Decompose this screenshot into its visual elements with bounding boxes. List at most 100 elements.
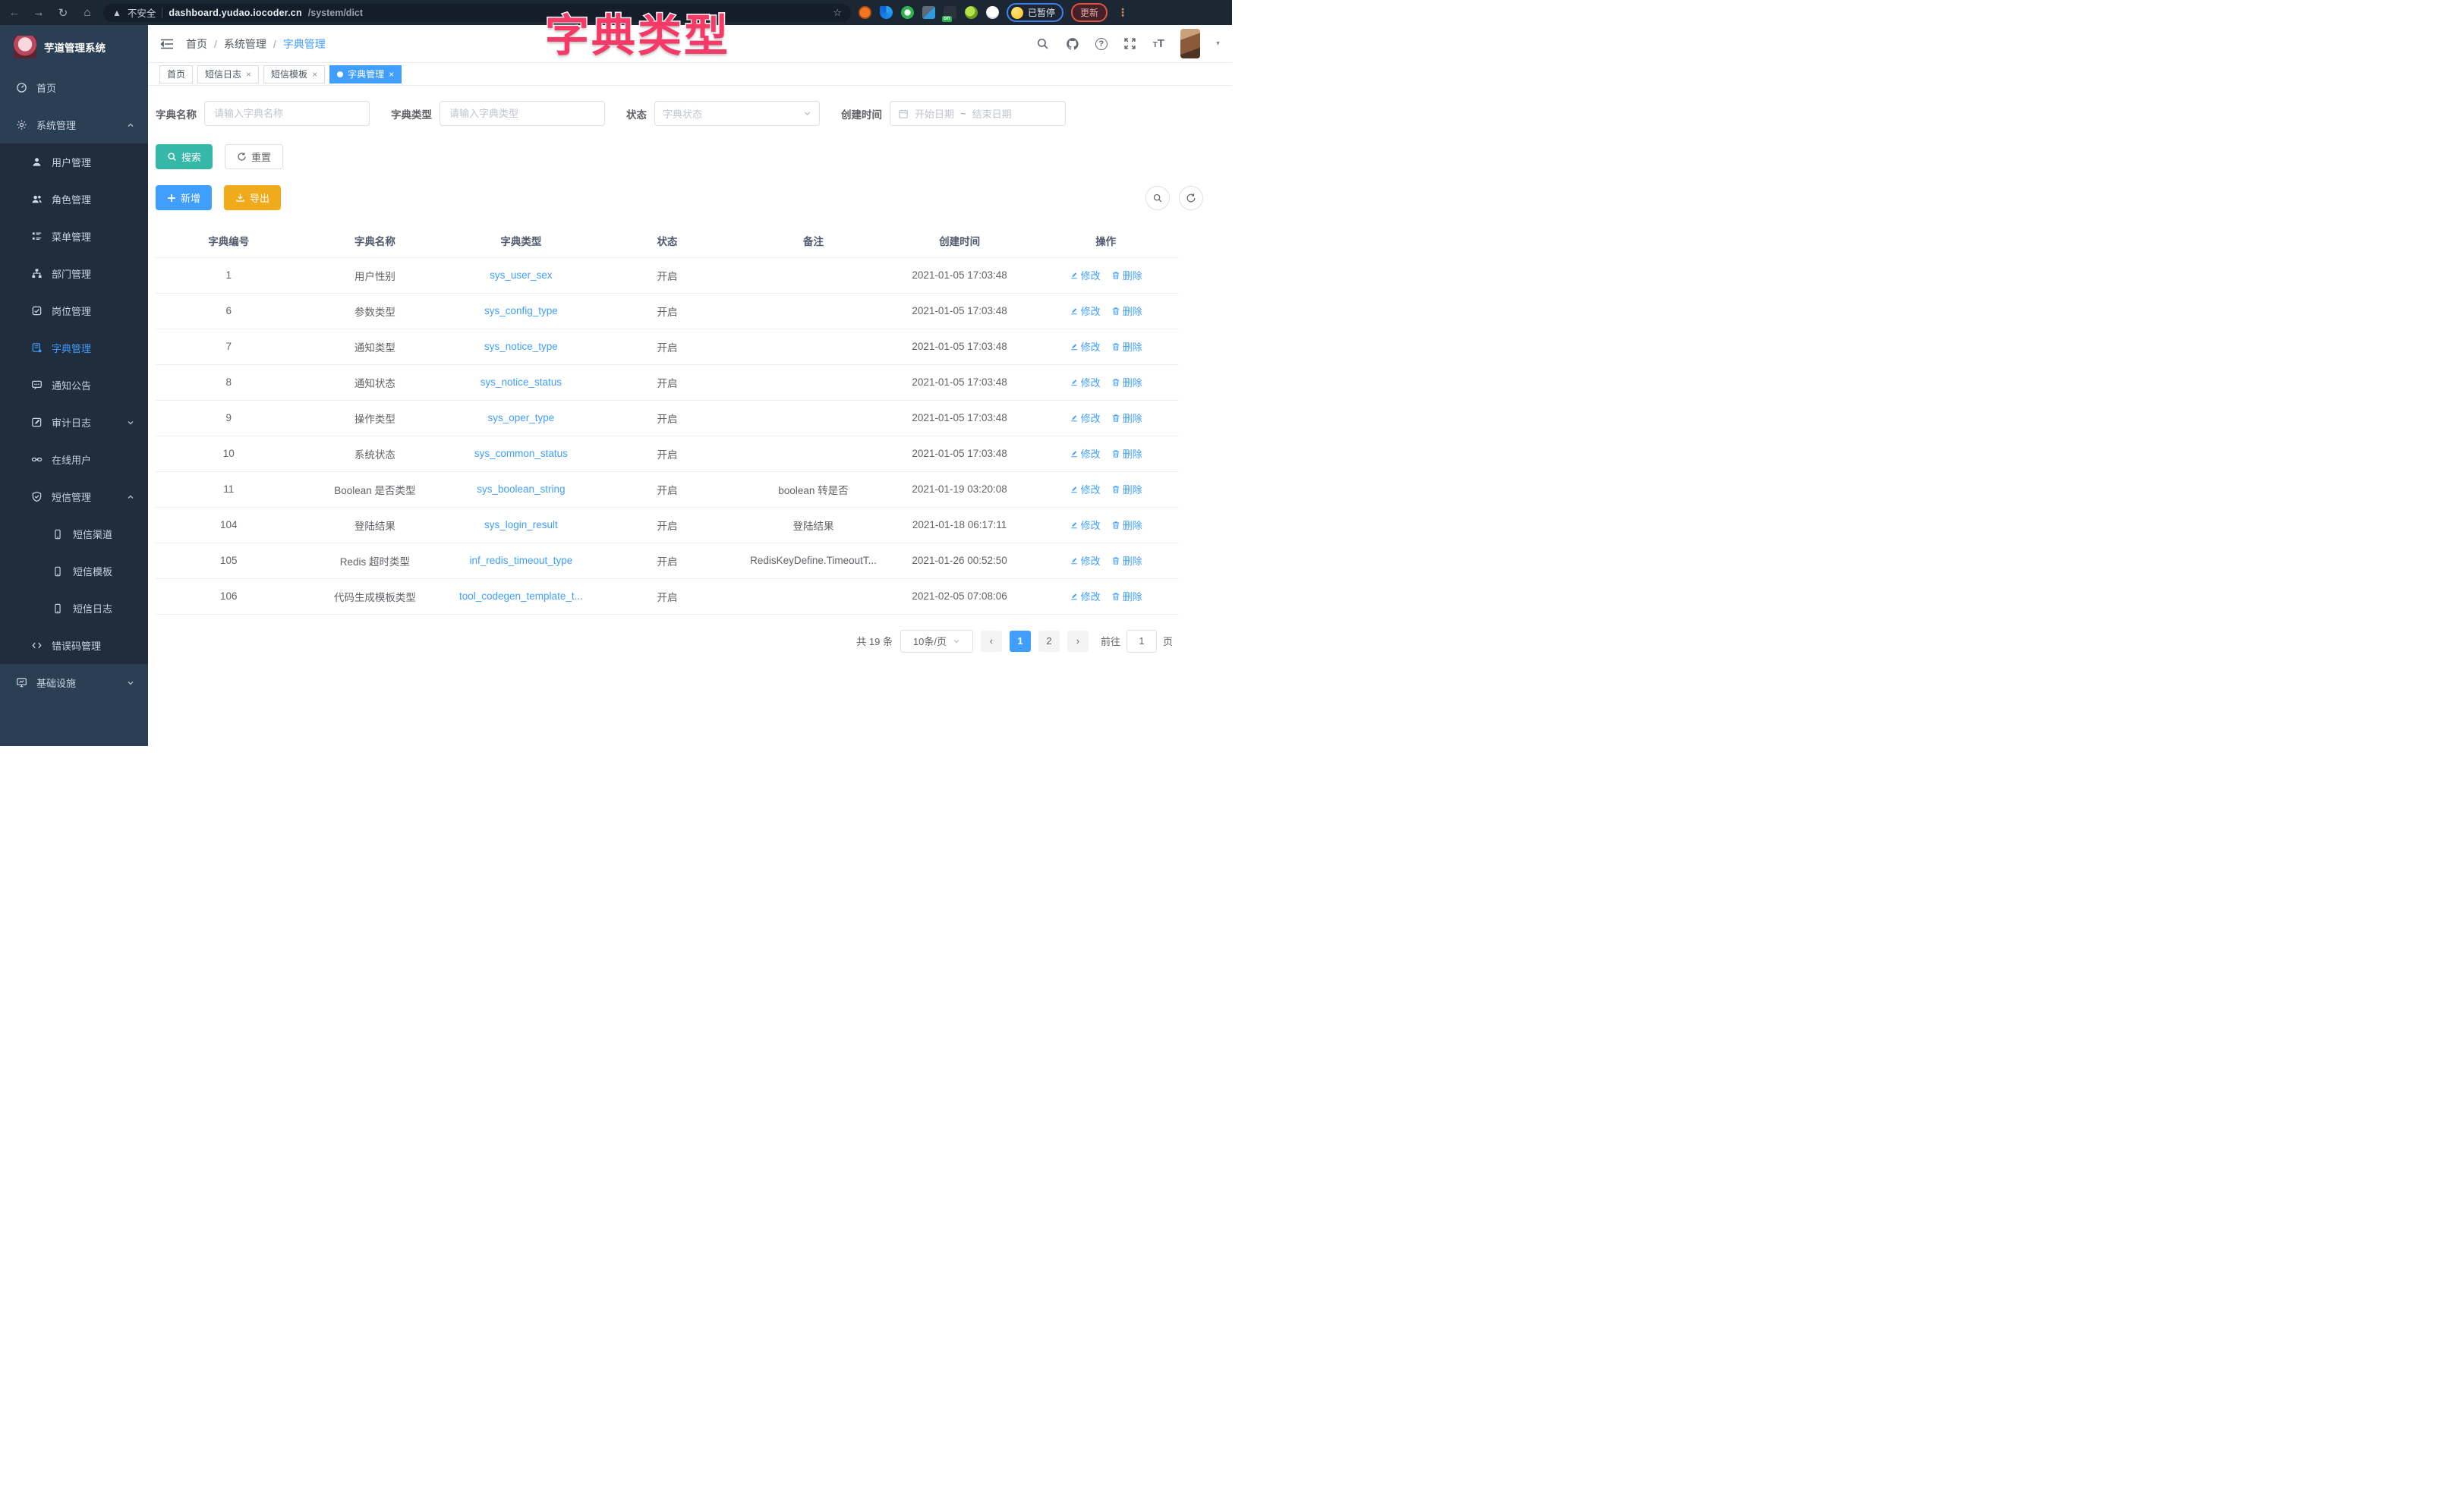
dict-type-link[interactable]: inf_redis_timeout_type (469, 555, 572, 566)
edit-link[interactable]: 修改 (1070, 589, 1101, 603)
edit-link[interactable]: 修改 (1070, 553, 1101, 568)
sidebar-item-sms-template[interactable]: 短信模板 (0, 552, 148, 590)
sidebar-item-users[interactable]: 用户管理 (0, 143, 148, 181)
page-size-select[interactable]: 10条/页 (900, 630, 973, 653)
sidebar-item-online-users[interactable]: 在线用户 (0, 441, 148, 478)
dict-type-link[interactable]: sys_login_result (484, 519, 558, 530)
sidebar-item-posts[interactable]: 岗位管理 (0, 292, 148, 329)
next-page-icon[interactable]: › (1067, 631, 1089, 652)
delete-link[interactable]: 删除 (1111, 339, 1142, 354)
cell-remark (740, 578, 887, 614)
extension-paw-icon[interactable] (986, 6, 999, 19)
edit-link[interactable]: 修改 (1070, 375, 1101, 389)
breadcrumb-home[interactable]: 首页 (186, 36, 207, 52)
forward-icon[interactable]: → (30, 6, 47, 19)
bookmark-star-icon[interactable]: ☆ (833, 7, 842, 19)
font-size-icon[interactable]: TT (1153, 37, 1164, 50)
sidebar-item-departments[interactable]: 部门管理 (0, 255, 148, 292)
dict-type-input[interactable] (440, 101, 605, 126)
help-icon[interactable]: ? (1095, 38, 1108, 50)
add-button[interactable]: 新增 (156, 185, 212, 210)
github-icon[interactable] (1066, 37, 1079, 51)
profile-paused-badge[interactable]: 已暂停 (1007, 3, 1063, 22)
extension-grid-icon[interactable] (922, 6, 935, 19)
delete-link[interactable]: 删除 (1111, 375, 1142, 389)
extension-blue-gem-icon[interactable] (880, 6, 893, 19)
page-2-button[interactable]: 2 (1038, 631, 1060, 652)
dict-type-link[interactable]: sys_oper_type (488, 412, 555, 423)
back-icon[interactable]: ← (6, 6, 23, 19)
tab-dict-active[interactable]: 字典管理× (329, 65, 402, 83)
dict-type-link[interactable]: sys_notice_status (481, 376, 562, 388)
refresh-table-icon[interactable] (1179, 186, 1203, 210)
edit-link[interactable]: 修改 (1070, 304, 1101, 318)
delete-link[interactable]: 删除 (1111, 553, 1142, 568)
tab-sms-template[interactable]: 短信模板× (263, 65, 325, 83)
close-icon[interactable]: × (246, 69, 251, 80)
dict-type-link[interactable]: sys_config_type (484, 305, 558, 316)
sidebar-item-home[interactable]: 首页 (0, 69, 148, 106)
sidebar-item-audit-log[interactable]: 审计日志 (0, 404, 148, 441)
cell-status: 开启 (594, 543, 741, 578)
tab-sms-log[interactable]: 短信日志× (197, 65, 259, 83)
sidebar-item-system[interactable]: 系统管理 (0, 106, 148, 143)
avatar-caret-icon[interactable]: ▾ (1216, 39, 1220, 48)
not-secure-label[interactable]: 不安全 (128, 5, 156, 20)
date-range-picker[interactable]: 开始日期 ~ 结束日期 (890, 101, 1066, 126)
extension-green-leaf-icon[interactable] (965, 6, 978, 19)
reset-button[interactable]: 重置 (225, 144, 283, 169)
delete-link[interactable]: 删除 (1111, 446, 1142, 461)
dict-type-link[interactable]: tool_codegen_template_t... (459, 590, 583, 602)
edit-link[interactable]: 修改 (1070, 268, 1101, 282)
extension-orange-icon[interactable] (859, 6, 871, 19)
delete-link[interactable]: 删除 (1111, 411, 1142, 425)
close-icon[interactable]: × (389, 69, 394, 80)
app-logo-avatar (14, 36, 36, 58)
edit-link[interactable]: 修改 (1070, 482, 1101, 496)
sidebar-item-sms-log[interactable]: 短信日志 (0, 590, 148, 627)
edit-link[interactable]: 修改 (1070, 411, 1101, 425)
extension-dark-icon[interactable]: on (944, 6, 956, 19)
browser-menu-icon[interactable]: ⋮ (1115, 6, 1130, 19)
delete-link[interactable]: 删除 (1111, 482, 1142, 496)
dict-type-link[interactable]: sys_boolean_string (477, 483, 565, 495)
delete-link[interactable]: 删除 (1111, 268, 1142, 282)
chrome-update-button[interactable]: 更新 (1071, 3, 1108, 22)
collapse-sidebar-icon[interactable] (160, 38, 174, 50)
page-1-button[interactable]: 1 (1010, 631, 1031, 652)
show-search-toggle-icon[interactable] (1145, 186, 1170, 210)
dict-name-input[interactable] (204, 101, 370, 126)
dict-type-link[interactable]: sys_common_status (474, 448, 568, 459)
close-icon[interactable]: × (312, 69, 317, 80)
address-bar[interactable]: ▲ 不安全 dashboard.yudao.iocoder.cn/system/… (103, 4, 851, 22)
extension-green-circle-icon[interactable] (901, 6, 914, 19)
prev-page-icon[interactable]: ‹ (981, 631, 1002, 652)
sidebar-item-roles[interactable]: 角色管理 (0, 181, 148, 218)
goto-page-input[interactable] (1126, 630, 1157, 653)
dict-type-link[interactable]: sys_notice_type (484, 341, 558, 352)
export-button[interactable]: 导出 (224, 185, 281, 210)
delete-link[interactable]: 删除 (1111, 518, 1142, 532)
dict-type-link[interactable]: sys_user_sex (490, 269, 553, 281)
sidebar-item-infrastructure[interactable]: 基础设施 (0, 664, 148, 701)
fullscreen-icon[interactable] (1123, 37, 1137, 51)
search-icon[interactable] (1036, 37, 1050, 51)
home-icon[interactable]: ⌂ (79, 6, 96, 19)
edit-link[interactable]: 修改 (1070, 339, 1101, 354)
breadcrumb-system[interactable]: 系统管理 (224, 36, 266, 52)
search-button[interactable]: 搜索 (156, 144, 213, 169)
edit-link[interactable]: 修改 (1070, 518, 1101, 532)
tab-home[interactable]: 首页 (159, 65, 193, 83)
status-select[interactable]: 字典状态 (654, 101, 820, 126)
delete-link[interactable]: 删除 (1111, 589, 1142, 603)
sidebar-item-menus[interactable]: 菜单管理 (0, 218, 148, 255)
edit-link[interactable]: 修改 (1070, 446, 1101, 461)
sidebar-item-notice[interactable]: 通知公告 (0, 367, 148, 404)
sidebar-item-dict[interactable]: 字典管理 (0, 329, 148, 367)
sidebar-item-sms[interactable]: 短信管理 (0, 478, 148, 515)
reload-icon[interactable]: ↻ (55, 6, 71, 20)
sidebar-item-sms-channel[interactable]: 短信渠道 (0, 515, 148, 552)
sidebar-item-error-code[interactable]: 错误码管理 (0, 627, 148, 664)
delete-link[interactable]: 删除 (1111, 304, 1142, 318)
user-avatar[interactable] (1180, 29, 1200, 58)
